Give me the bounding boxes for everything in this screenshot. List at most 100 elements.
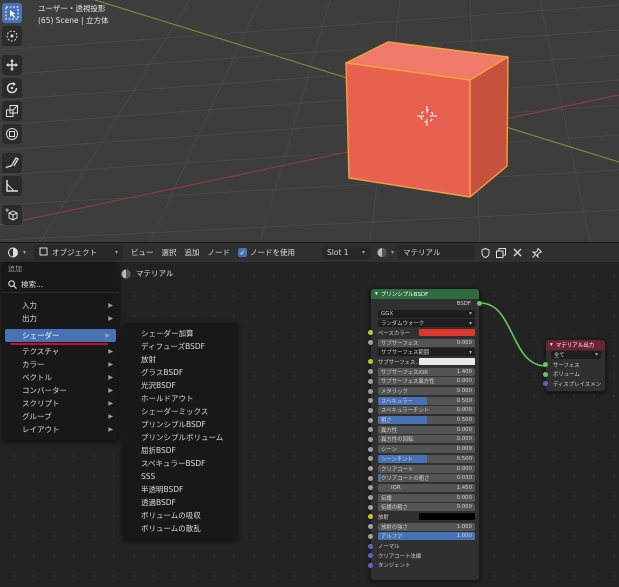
shader-menu-item[interactable]: 光沢BSDF <box>123 379 238 392</box>
value-field[interactable]: サブサーフェス 0.000 <box>378 338 475 347</box>
3d-viewport[interactable]: ユーザー・透視投影 (65) Scene | 立方体 <box>0 0 619 242</box>
input-socket[interactable] <box>368 475 373 481</box>
value-field[interactable]: シーンチント 0.500 <box>378 454 475 463</box>
input-socket[interactable] <box>368 504 373 510</box>
scale-icon[interactable] <box>2 101 22 121</box>
value-field[interactable]: サブサーフェス異方性 0.000 <box>378 377 475 386</box>
shader-menu-item[interactable]: プリンシプルボリューム <box>123 431 238 444</box>
measure-icon[interactable] <box>2 176 22 196</box>
add-menu-item[interactable]: スクリプト ▶ <box>2 397 119 410</box>
shader-menu-item[interactable]: ボリュームの散乱 <box>123 522 238 535</box>
add-menu-item[interactable]: カラー ▶ <box>2 358 119 371</box>
value-field[interactable]: 異方性 0.000 <box>378 425 475 434</box>
value-field[interactable]: IOR 1.450 <box>378 483 475 492</box>
menu-node[interactable]: ノード <box>208 247 231 258</box>
shader-menu-item[interactable]: 放射 <box>123 353 238 366</box>
input-socket[interactable] <box>368 427 373 433</box>
input-socket[interactable] <box>368 398 373 404</box>
value-field[interactable]: 粗さ 0.500 <box>378 416 475 425</box>
emission-strength-socket[interactable] <box>368 524 373 530</box>
input-socket[interactable] <box>368 495 373 501</box>
alpha-socket[interactable] <box>368 533 373 539</box>
shader-menu-item[interactable]: スペキュラーBSDF <box>123 457 238 470</box>
collapse-chevron-icon[interactable]: ▾ <box>375 291 378 297</box>
input-socket[interactable] <box>368 456 373 462</box>
input-socket[interactable] <box>368 417 373 423</box>
input-socket[interactable] <box>368 378 373 384</box>
collapse-chevron-icon[interactable]: ▾ <box>550 342 553 348</box>
base-color-swatch[interactable] <box>419 329 475 337</box>
subsurface-method-dropdown[interactable]: ランダムウォーク ▾ <box>378 319 475 328</box>
shader-menu-item[interactable]: シェーダーミックス <box>123 405 238 418</box>
distribution-dropdown[interactable]: GGX ▾ <box>378 309 475 318</box>
object-type-dropdown[interactable]: オブジェクト ▾ <box>34 245 124 260</box>
value-field[interactable]: スペキュラー 0.500 <box>378 396 475 405</box>
value-field[interactable]: 異方性の回転 0.000 <box>378 435 475 444</box>
shader-menu-item[interactable]: 屈折BSDF <box>123 444 238 457</box>
add-menu-item[interactable]: コンバーター ▶ <box>2 384 119 397</box>
surface-socket[interactable] <box>543 362 548 368</box>
shader-menu-item[interactable]: シェーダー加算 <box>123 327 238 340</box>
value-field[interactable]: クリアコートの粗さ 0.030 <box>378 474 475 483</box>
add-menu-item[interactable]: シェーダー ▶ <box>5 329 116 342</box>
transform-icon[interactable] <box>2 124 22 144</box>
unlink-close-icon[interactable] <box>510 246 524 260</box>
menu-select[interactable]: 選択 <box>162 247 177 258</box>
emission-strength-field[interactable]: 放射の強さ 1.000 <box>378 522 475 531</box>
input-socket[interactable] <box>368 388 373 394</box>
menu-view[interactable]: ビュー <box>131 247 154 258</box>
value-field[interactable]: 伝播 0.000 <box>378 493 475 502</box>
shader-menu-item[interactable]: SSS <box>123 470 238 483</box>
slot-dropdown[interactable]: Slot 1 ▾ <box>322 246 371 259</box>
bsdf-dropdown[interactable]: サブサーフェス範囲 ▾ <box>378 348 475 357</box>
material-browse-button[interactable]: ▾ <box>376 247 394 258</box>
emission-socket[interactable] <box>368 514 373 520</box>
shader-menu-item[interactable]: プリンシプルBSDF <box>123 418 238 431</box>
volume-socket[interactable] <box>543 371 548 377</box>
input-socket[interactable] <box>368 340 373 346</box>
base-color-socket[interactable] <box>368 330 373 336</box>
annotate-icon[interactable] <box>2 153 22 173</box>
emission-color-swatch[interactable] <box>419 513 475 521</box>
add-menu-item[interactable]: 出力 ▶ <box>2 312 119 325</box>
input-socket[interactable] <box>368 436 373 442</box>
use-nodes-toggle[interactable]: ✓ ノードを使用 <box>238 247 295 258</box>
menu-add[interactable]: 追加 <box>185 247 200 258</box>
material-output-node[interactable]: ▾ マテリアル出力 全て▾ サーフェス ボリューム ディスプレイスメント <box>543 339 606 392</box>
add-menu-search[interactable]: 検索... <box>2 276 119 293</box>
shader-menu-item[interactable]: ディフューズBSDF <box>123 340 238 353</box>
input-socket[interactable] <box>368 359 373 365</box>
principled-bsdf-node[interactable]: ▾ プリンシプルBSDF BSDF GGX ▾ ランダムウォーク ▾ ベースカラー … <box>368 288 482 581</box>
target-dropdown[interactable]: 全て ▾ <box>551 350 601 359</box>
value-field[interactable]: サブサーフェスIOR 1.400 <box>378 367 475 376</box>
input-socket[interactable] <box>368 369 373 375</box>
move-icon[interactable] <box>2 55 22 75</box>
displacement-socket[interactable] <box>543 381 548 387</box>
pin-icon[interactable] <box>530 246 544 260</box>
shader-menu-item[interactable]: 半透明BSDF <box>123 483 238 496</box>
color-swatch[interactable] <box>419 358 475 366</box>
cursor-icon[interactable] <box>2 26 22 46</box>
input-socket[interactable] <box>368 446 373 452</box>
input-socket[interactable] <box>368 485 373 491</box>
duplicate-icon[interactable] <box>494 246 508 260</box>
fake-user-shield-icon[interactable] <box>478 246 492 260</box>
input-socket[interactable] <box>368 466 373 472</box>
add-menu-item[interactable]: テクスチャ ▶ <box>2 345 119 358</box>
add-menu-item[interactable]: レイアウト ▶ <box>2 423 119 436</box>
shader-menu-item[interactable]: グラスBSDF <box>123 366 238 379</box>
shader-menu-item[interactable]: ホールドアウト <box>123 392 238 405</box>
clearcoat-normal-socket[interactable] <box>368 553 373 559</box>
normal-socket[interactable] <box>368 543 373 549</box>
shader-menu-item[interactable]: ボリュームの吸収 <box>123 509 238 522</box>
value-field[interactable]: メタリック 0.000 <box>378 387 475 396</box>
node-header[interactable]: ▾ マテリアル出力 <box>546 340 605 350</box>
add-menu-item[interactable]: ベクトル ▶ <box>2 371 119 384</box>
alpha-field[interactable]: アルファ 1.000 <box>378 532 475 541</box>
select-box-icon[interactable] <box>2 3 22 23</box>
editor-type-button[interactable]: ▾ <box>8 247 26 258</box>
value-field[interactable]: クリアコート 0.000 <box>378 464 475 473</box>
material-name-field[interactable]: マテリアル <box>398 245 475 260</box>
node-editor-canvas[interactable]: マテリアル 追加 検索... 入力 ▶ 出力 ▶ シェーダー ▶ テクスチャ ▶ カラー ▶ ベクト… <box>0 262 619 587</box>
value-field[interactable]: スペキュラーチント 0.000 <box>378 406 475 415</box>
